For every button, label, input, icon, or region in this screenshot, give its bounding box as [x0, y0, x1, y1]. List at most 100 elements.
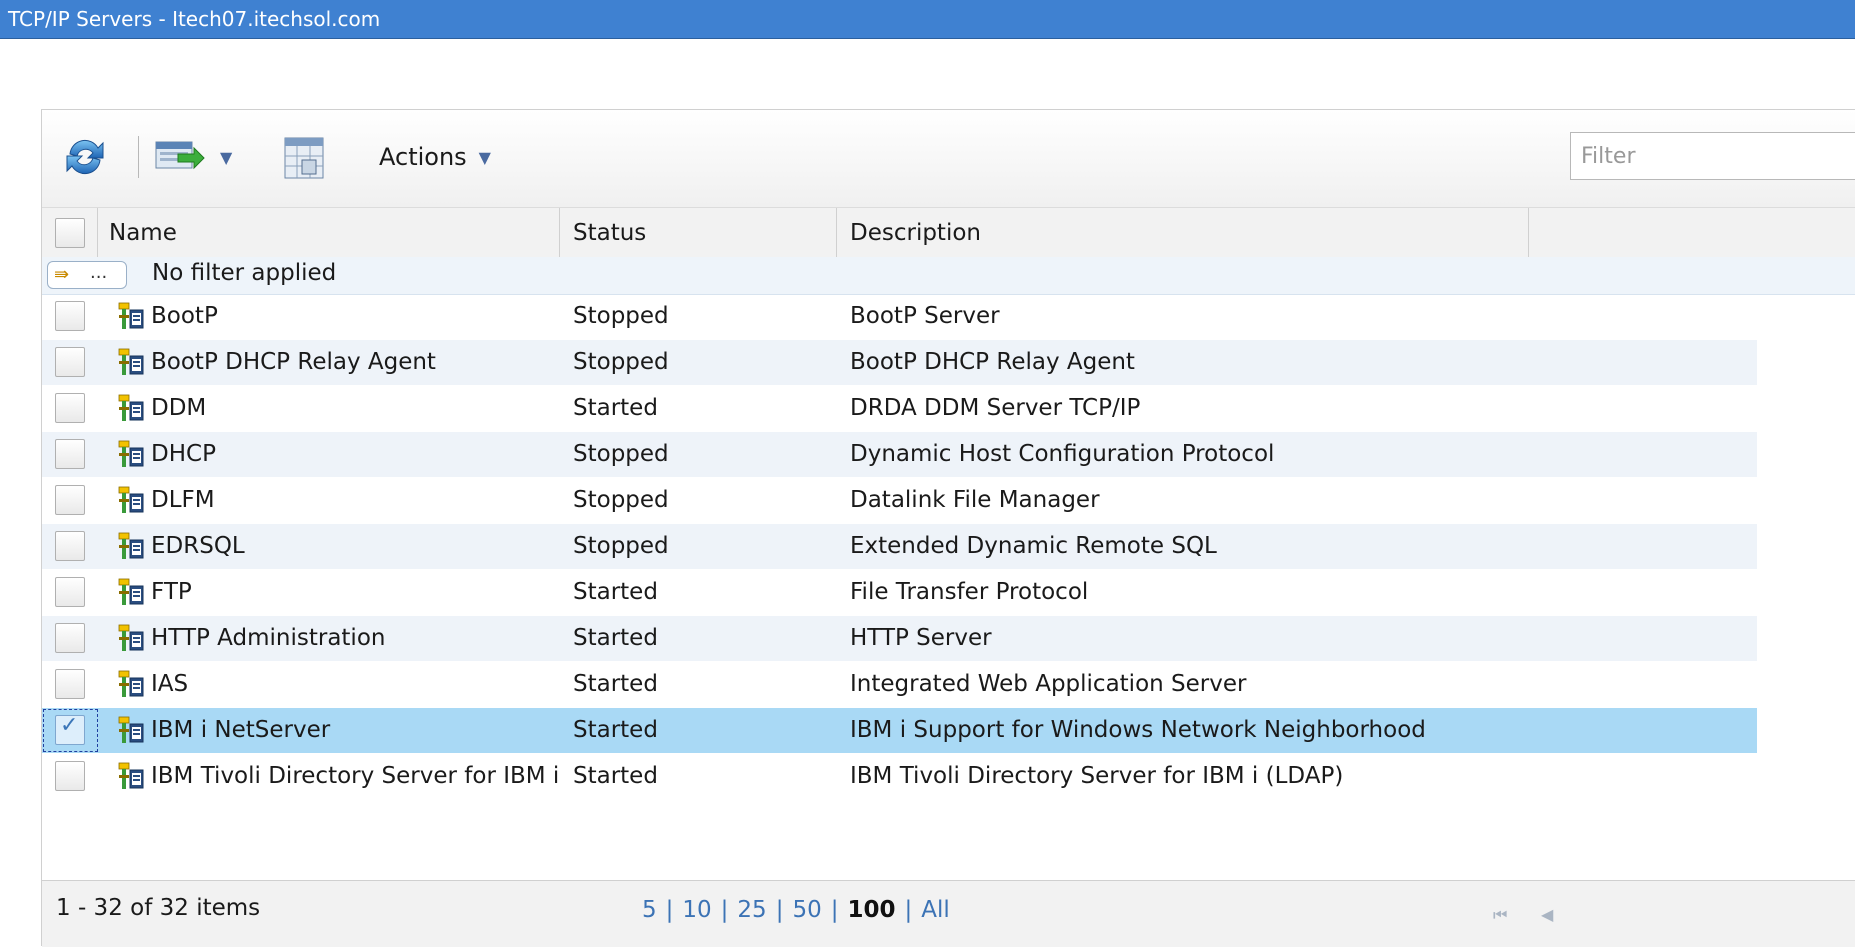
actions-label: Actions — [379, 143, 467, 171]
server-description: DRDA DDM Server TCP/IP — [850, 395, 1141, 421]
pager-separator: | — [904, 897, 913, 923]
filter-options-button[interactable]: ⇛ ... — [47, 261, 127, 289]
server-status: Started — [573, 625, 658, 651]
servers-panel: ▼ Actions ▼ Name Status Description ⇛ ...… — [41, 109, 1855, 947]
server-description: Integrated Web Application Server — [850, 671, 1247, 697]
server-status: Started — [573, 671, 658, 697]
row-checkbox[interactable] — [55, 669, 85, 699]
select-all-checkbox[interactable] — [55, 218, 85, 248]
table-row[interactable]: IBM Tivoli Directory Server for IBM i Sta… — [42, 754, 1757, 799]
server-name[interactable]: EDRSQL — [151, 524, 245, 569]
window-title-bar: TCP/IP Servers - Itech07.itechsol.com — [0, 0, 1855, 39]
chevron-down-icon: ▼ — [478, 148, 491, 167]
server-icon — [117, 624, 145, 652]
row-checkbox[interactable] — [55, 531, 85, 561]
server-name[interactable]: IAS — [151, 662, 188, 707]
server-name[interactable]: IBM Tivoli Directory Server for IBM i — [151, 754, 559, 799]
row-checkbox[interactable] — [55, 485, 85, 515]
page-size-option[interactable]: All — [921, 897, 950, 923]
table-footer: 1 - 32 of 32 items 5 | 10 | 25 | 50 | 100 | All ⏮ … — [42, 880, 1855, 947]
server-description: BootP DHCP Relay Agent — [850, 349, 1135, 375]
columns-icon[interactable] — [282, 132, 328, 182]
actions-menu-button[interactable]: Actions ▼ — [379, 143, 491, 171]
server-status: Started — [573, 579, 658, 605]
server-status: Stopped — [573, 303, 669, 329]
server-icon — [117, 440, 145, 468]
server-icon — [117, 762, 145, 790]
table-row[interactable]: ✓ IBM i NetServer Started IBM i Support for… — [42, 708, 1757, 753]
page-size-option[interactable]: 5 — [642, 897, 657, 923]
row-checkbox[interactable] — [55, 623, 85, 653]
server-status: Started — [573, 395, 658, 421]
toolbar: ▼ Actions ▼ — [42, 110, 1855, 207]
server-name[interactable]: DDM — [151, 386, 206, 431]
server-description: IBM i Support for Windows Network Neighb… — [850, 717, 1426, 743]
server-status: Stopped — [573, 533, 669, 559]
table-row[interactable]: BootP Stopped BootP Server — [42, 294, 1757, 339]
page-size-option[interactable]: 10 — [682, 897, 711, 923]
server-description: BootP Server — [850, 303, 1000, 329]
server-description: HTTP Server — [850, 625, 992, 651]
export-icon[interactable] — [154, 138, 206, 174]
table-row[interactable]: DLFM Stopped Datalink File Manager — [42, 478, 1757, 523]
row-checkbox[interactable] — [55, 301, 85, 331]
server-icon — [117, 578, 145, 606]
pager-separator: | — [665, 897, 674, 923]
filter-status-text: No filter applied — [152, 260, 337, 286]
column-divider — [836, 208, 837, 258]
table-row[interactable]: FTP Started File Transfer Protocol — [42, 570, 1757, 615]
item-count: 1 - 32 of 32 items — [56, 895, 261, 921]
filter-icon: ⇛ — [54, 264, 70, 285]
server-description: Dynamic Host Configuration Protocol — [850, 441, 1275, 467]
filter-options-label: ... — [90, 262, 108, 283]
row-checkbox[interactable] — [55, 347, 85, 377]
server-name[interactable]: DLFM — [151, 478, 215, 523]
table-row[interactable]: DDM Started DRDA DDM Server TCP/IP — [42, 386, 1757, 431]
server-icon — [117, 716, 145, 744]
page-size-option[interactable]: 25 — [737, 897, 766, 923]
column-header-description[interactable]: Description — [850, 208, 981, 258]
column-divider — [559, 208, 560, 258]
refresh-icon[interactable] — [62, 134, 108, 180]
server-name[interactable]: IBM i NetServer — [151, 708, 330, 753]
filter-status-row: ⇛ ... No filter applied — [42, 257, 1855, 295]
table-row[interactable]: DHCP Stopped Dynamic Host Configuration Pr… — [42, 432, 1757, 477]
page-size-option[interactable]: 50 — [792, 897, 821, 923]
export-dropdown-arrow[interactable]: ▼ — [220, 148, 232, 167]
table-row[interactable]: HTTP Administration Started HTTP Server — [42, 616, 1757, 661]
server-description: Extended Dynamic Remote SQL — [850, 533, 1217, 559]
toolbar-separator — [138, 136, 139, 178]
server-status: Stopped — [573, 487, 669, 513]
row-checkbox[interactable] — [55, 761, 85, 791]
row-checkbox[interactable] — [55, 439, 85, 469]
server-name[interactable]: BootP DHCP Relay Agent — [151, 340, 436, 385]
page-size-option[interactable]: 100 — [847, 897, 895, 923]
column-header-name[interactable]: Name — [109, 208, 177, 258]
server-icon — [117, 532, 145, 560]
previous-page-icon[interactable]: ◀ — [1541, 905, 1553, 924]
server-status: Started — [573, 717, 658, 743]
table-row[interactable]: EDRSQL Stopped Extended Dynamic Remote SQL — [42, 524, 1757, 569]
server-name[interactable]: FTP — [151, 570, 192, 615]
server-status: Started — [573, 763, 658, 789]
server-icon — [117, 486, 145, 514]
server-description: File Transfer Protocol — [850, 579, 1089, 605]
pager-separator: | — [830, 897, 839, 923]
row-checkbox[interactable] — [55, 577, 85, 607]
server-name[interactable]: BootP — [151, 294, 218, 339]
page-size-selector: 5 | 10 | 25 | 50 | 100 | All — [642, 897, 950, 923]
filter-input[interactable] — [1570, 132, 1855, 180]
table-row[interactable]: BootP DHCP Relay Agent Stopped BootP DHCP … — [42, 340, 1757, 385]
column-header-status[interactable]: Status — [573, 208, 646, 258]
server-icon — [117, 302, 145, 330]
server-name[interactable]: DHCP — [151, 432, 216, 477]
checkmark-icon: ✓ — [60, 713, 79, 738]
table-row[interactable]: IAS Started Integrated Web Application Ser… — [42, 662, 1757, 707]
server-name[interactable]: HTTP Administration — [151, 616, 385, 661]
server-icon — [117, 348, 145, 376]
pager-separator: | — [720, 897, 729, 923]
server-status: Stopped — [573, 349, 669, 375]
row-checkbox[interactable] — [55, 393, 85, 423]
first-page-icon[interactable]: ⏮ — [1493, 905, 1507, 925]
row-checkbox[interactable]: ✓ — [55, 713, 85, 745]
